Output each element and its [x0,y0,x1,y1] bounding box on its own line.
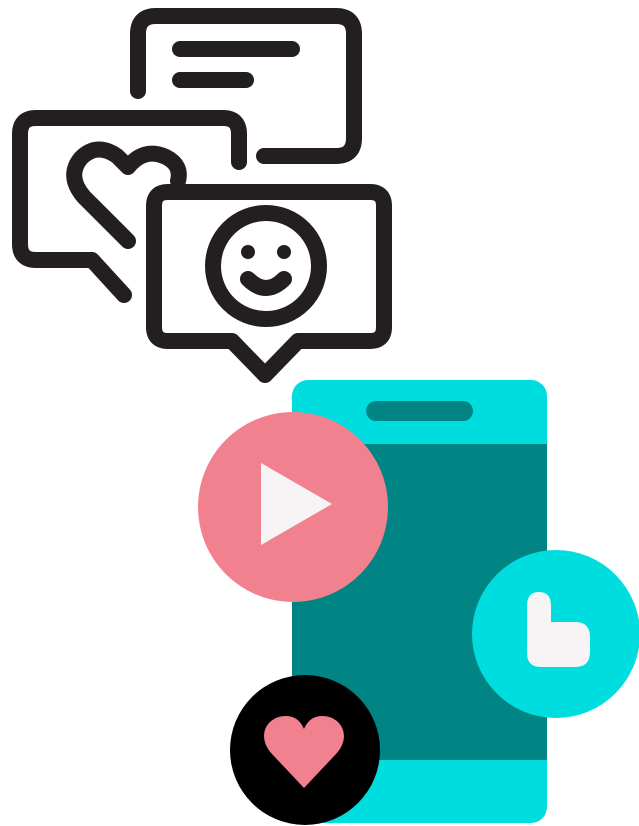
like-badge [472,550,639,718]
heart-badge [230,675,380,825]
smiley-left-eye [241,245,255,259]
phone-speaker [366,401,473,421]
play-badge [198,412,388,602]
social-media-illustration [0,0,639,826]
smiley-bubble-icon [146,184,392,383]
illustration-svg [12,8,639,825]
smiley-right-eye [277,245,291,259]
